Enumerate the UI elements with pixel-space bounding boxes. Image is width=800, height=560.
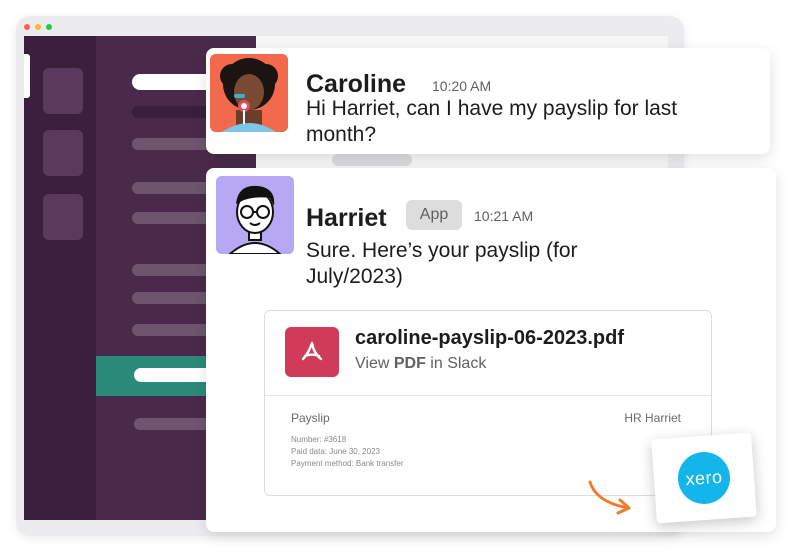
- preview-line: Paid data: June 30, 2023: [291, 447, 380, 456]
- sender-name[interactable]: Caroline: [306, 70, 406, 99]
- message-timestamp[interactable]: 10:21 AM: [474, 208, 533, 224]
- xero-logo: xero: [676, 450, 732, 506]
- maximize-dot-icon[interactable]: [46, 24, 52, 30]
- attachment-divider: [265, 395, 711, 396]
- message-card-caroline: Caroline 10:20 AM Hi Harriet, can I have…: [206, 48, 770, 154]
- message-timestamp[interactable]: 10:20 AM: [432, 78, 491, 94]
- message-text: Sure. Here’s your payslip (for July/2023…: [306, 239, 578, 288]
- curved-arrow-icon: [588, 480, 631, 515]
- caroline-avatar[interactable]: [210, 54, 288, 132]
- preview-line: Payment method: Bank transfer: [291, 459, 404, 468]
- sidebar-item-placeholder[interactable]: [132, 292, 212, 304]
- view-format: PDF: [393, 355, 426, 372]
- minimize-dot-icon[interactable]: [35, 24, 41, 30]
- active-workspace-marker: [24, 54, 30, 98]
- workspace-icon[interactable]: [43, 130, 83, 176]
- preview-title: Payslip: [291, 411, 330, 425]
- view-pdf-link[interactable]: View PDF in Slack: [355, 355, 486, 373]
- attachment-file-name[interactable]: caroline-payslip-06-2023.pdf: [355, 327, 624, 350]
- app-badge: App: [406, 200, 462, 230]
- workspace-icon[interactable]: [43, 68, 83, 114]
- person-portrait-icon: [210, 54, 288, 132]
- xero-tile[interactable]: xero: [651, 432, 757, 524]
- workspace-icon[interactable]: [43, 194, 83, 240]
- stage: Caroline 10:20 AM Hi Harriet, can I have…: [0, 0, 800, 560]
- content-placeholder: [332, 154, 412, 166]
- preview-sender: HR Harriet: [624, 411, 681, 425]
- preview-line: Number: #3618: [291, 435, 347, 444]
- view-suffix: in Slack: [425, 355, 487, 372]
- window-controls: [24, 24, 52, 30]
- person-illustration-icon: [216, 176, 294, 254]
- file-attachment[interactable]: caroline-payslip-06-2023.pdf View PDF in…: [264, 310, 712, 496]
- close-dot-icon[interactable]: [24, 24, 30, 30]
- message-text: Hi Harriet, can I have my payslip for la…: [306, 97, 678, 146]
- view-prefix: View: [355, 355, 394, 372]
- harriet-avatar[interactable]: [216, 176, 294, 254]
- pdf-icon: [285, 327, 339, 377]
- sender-name[interactable]: Harriet: [306, 204, 387, 233]
- sidebar-item-placeholder[interactable]: [132, 212, 212, 224]
- workspace-rail: [24, 36, 96, 520]
